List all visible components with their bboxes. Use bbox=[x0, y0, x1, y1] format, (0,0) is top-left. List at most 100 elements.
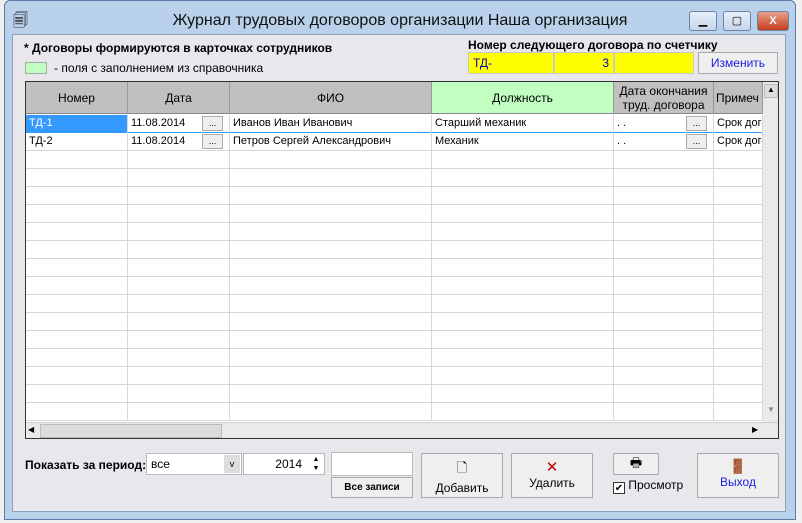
cell-fio[interactable] bbox=[230, 241, 432, 259]
cell-fio[interactable] bbox=[230, 403, 432, 421]
cell-position[interactable] bbox=[432, 169, 614, 187]
cell-note[interactable] bbox=[714, 385, 763, 403]
cell-fio[interactable] bbox=[230, 205, 432, 223]
cell-note[interactable]: Срок договора bbox=[714, 133, 763, 151]
minimize-button[interactable]: ▁ bbox=[689, 11, 717, 31]
cell-end_date[interactable] bbox=[614, 403, 714, 421]
cell-date[interactable] bbox=[128, 385, 230, 403]
cell-note[interactable]: Срок договора bbox=[714, 115, 763, 133]
exit-button[interactable]: 🚪 Выход bbox=[697, 453, 779, 498]
stepper-arrows-icon[interactable]: ▲ ▼ bbox=[309, 455, 323, 473]
cell-date[interactable]: 11.08.2014... bbox=[128, 133, 230, 151]
table-row[interactable] bbox=[26, 331, 763, 349]
print-button[interactable]: 🖶 bbox=[613, 453, 659, 475]
cell-fio[interactable]: Петров Сергей Александрович bbox=[230, 133, 432, 151]
table-row[interactable] bbox=[26, 367, 763, 385]
cell-date[interactable] bbox=[128, 403, 230, 421]
cell-note[interactable] bbox=[714, 295, 763, 313]
cell-date[interactable] bbox=[128, 313, 230, 331]
cell-date[interactable] bbox=[128, 241, 230, 259]
cell-end_date[interactable]: . .... bbox=[614, 133, 714, 151]
cell-position[interactable] bbox=[432, 241, 614, 259]
scroll-up-icon[interactable]: ▲ bbox=[764, 84, 778, 98]
table-row[interactable] bbox=[26, 295, 763, 313]
cell-fio[interactable] bbox=[230, 349, 432, 367]
col-note[interactable]: Примеч bbox=[714, 82, 763, 114]
cell-number[interactable] bbox=[26, 187, 128, 205]
cell-fio[interactable] bbox=[230, 367, 432, 385]
cell-number[interactable] bbox=[26, 403, 128, 421]
table-row[interactable] bbox=[26, 313, 763, 331]
table-row[interactable] bbox=[26, 349, 763, 367]
cell-fio[interactable] bbox=[230, 169, 432, 187]
table-row[interactable] bbox=[26, 151, 763, 169]
cell-position[interactable] bbox=[432, 187, 614, 205]
cell-fio[interactable]: Иванов Иван Иванович bbox=[230, 115, 432, 133]
cell-note[interactable] bbox=[714, 349, 763, 367]
cell-note[interactable] bbox=[714, 403, 763, 421]
cell-fio[interactable] bbox=[230, 331, 432, 349]
cell-date[interactable] bbox=[128, 331, 230, 349]
cell-note[interactable] bbox=[714, 241, 763, 259]
table-row[interactable] bbox=[26, 187, 763, 205]
cell-position[interactable] bbox=[432, 385, 614, 403]
cell-position[interactable]: Механик bbox=[432, 133, 614, 151]
cell-fio[interactable] bbox=[230, 259, 432, 277]
table-row[interactable] bbox=[26, 403, 763, 421]
counter-number[interactable]: 3 bbox=[554, 52, 614, 74]
table-row[interactable] bbox=[26, 205, 763, 223]
cell-end_date[interactable] bbox=[614, 295, 714, 313]
table-row[interactable] bbox=[26, 241, 763, 259]
cell-position[interactable] bbox=[432, 277, 614, 295]
counter-suffix[interactable] bbox=[614, 52, 694, 74]
cell-end_date[interactable] bbox=[614, 277, 714, 295]
add-button[interactable]: 🗋 Добавить bbox=[421, 453, 503, 498]
table-row[interactable] bbox=[26, 277, 763, 295]
cell-fio[interactable] bbox=[230, 223, 432, 241]
cell-number[interactable] bbox=[26, 205, 128, 223]
cell-note[interactable] bbox=[714, 187, 763, 205]
cell-position[interactable] bbox=[432, 403, 614, 421]
cell-date[interactable] bbox=[128, 187, 230, 205]
cell-position[interactable] bbox=[432, 259, 614, 277]
date-picker-button[interactable]: ... bbox=[686, 116, 707, 131]
cell-position[interactable]: Старший механик bbox=[432, 115, 614, 133]
table-row[interactable] bbox=[26, 223, 763, 241]
cell-fio[interactable] bbox=[230, 277, 432, 295]
cell-number[interactable] bbox=[26, 349, 128, 367]
cell-end_date[interactable] bbox=[614, 367, 714, 385]
col-fio[interactable]: ФИО bbox=[230, 82, 432, 114]
cell-note[interactable] bbox=[714, 367, 763, 385]
table-row[interactable] bbox=[26, 385, 763, 403]
all-records-button[interactable]: Все записи bbox=[331, 477, 413, 498]
cell-note[interactable] bbox=[714, 277, 763, 295]
cell-note[interactable] bbox=[714, 331, 763, 349]
cell-end_date[interactable] bbox=[614, 223, 714, 241]
scroll-down-icon[interactable]: ▼ bbox=[764, 405, 778, 419]
vertical-scrollbar[interactable]: ▲ ▼ bbox=[763, 82, 778, 422]
cell-date[interactable]: 11.08.2014... bbox=[128, 115, 230, 133]
date-picker-button[interactable]: ... bbox=[202, 134, 223, 149]
col-position[interactable]: Должность bbox=[432, 82, 614, 114]
preview-checkbox[interactable]: ✔ Просмотр bbox=[613, 478, 683, 494]
cell-date[interactable] bbox=[128, 151, 230, 169]
counter-prefix[interactable]: ТД- bbox=[468, 52, 554, 74]
cell-fio[interactable] bbox=[230, 151, 432, 169]
cell-date[interactable] bbox=[128, 259, 230, 277]
horizontal-scrollbar[interactable]: ◀ ▶ bbox=[26, 422, 778, 438]
cell-note[interactable] bbox=[714, 151, 763, 169]
cell-end_date[interactable] bbox=[614, 385, 714, 403]
delete-button[interactable]: ✕ Удалить bbox=[511, 453, 593, 498]
cell-note[interactable] bbox=[714, 223, 763, 241]
cell-note[interactable] bbox=[714, 169, 763, 187]
cell-date[interactable] bbox=[128, 349, 230, 367]
cell-date[interactable] bbox=[128, 367, 230, 385]
cell-date[interactable] bbox=[128, 277, 230, 295]
cell-position[interactable] bbox=[432, 151, 614, 169]
maximize-button[interactable]: ▢ bbox=[723, 11, 751, 31]
scroll-left-icon[interactable]: ◀ bbox=[28, 425, 38, 434]
cell-date[interactable] bbox=[128, 205, 230, 223]
col-date[interactable]: Дата bbox=[128, 82, 230, 114]
cell-position[interactable] bbox=[432, 295, 614, 313]
cell-end_date[interactable] bbox=[614, 205, 714, 223]
